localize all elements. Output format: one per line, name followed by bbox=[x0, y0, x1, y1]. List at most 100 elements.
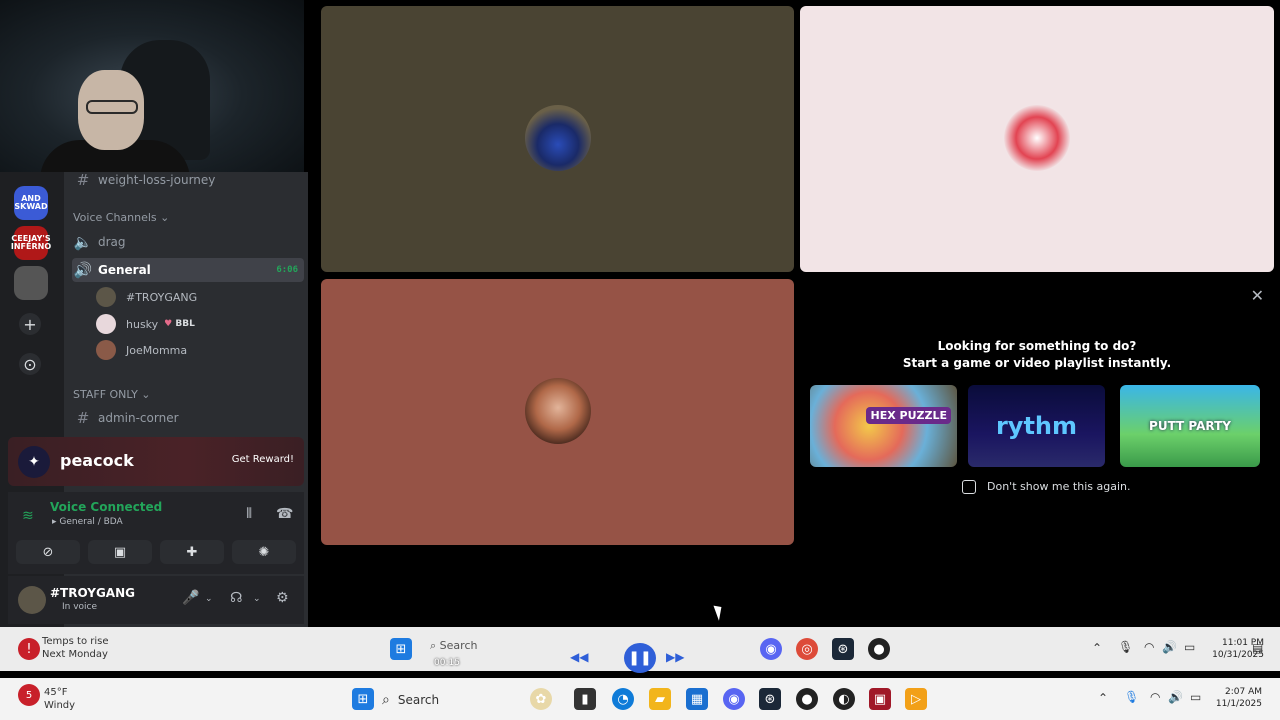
store-icon[interactable]: ▦ bbox=[686, 688, 708, 710]
category-staff-only[interactable]: STAFF ONLY ⌄ bbox=[73, 388, 151, 401]
channel-weight-loss-journey[interactable]: # weight-loss-journey bbox=[72, 168, 304, 192]
screen-share-icon: ▣ bbox=[113, 544, 127, 560]
voice-channel-general[interactable]: 🔊 General 6:06 bbox=[72, 258, 304, 282]
screen-share-button[interactable]: ▣ bbox=[88, 540, 152, 564]
weather-widget[interactable]: 45°F Windy bbox=[44, 686, 75, 712]
discover-icon[interactable]: ⊙ bbox=[19, 353, 41, 375]
discord-icon[interactable]: ◉ bbox=[760, 638, 782, 660]
clock[interactable]: 2:07 AM 11/1/2025 bbox=[1206, 686, 1262, 710]
camera-button[interactable]: ⊘ bbox=[16, 540, 80, 564]
activity-card-label: HEX PUZZLE bbox=[866, 407, 951, 424]
checkbox-label: Don't show me this again. bbox=[987, 480, 1131, 493]
battery-icon[interactable]: ▭ bbox=[1184, 640, 1195, 654]
taskbar-search[interactable]: ⌕ Search bbox=[382, 687, 512, 713]
weather-alert-icon: 5 bbox=[18, 684, 40, 706]
steam-icon[interactable]: ⊛ bbox=[832, 638, 854, 660]
get-reward-button[interactable]: Get Reward! bbox=[232, 454, 294, 465]
steam-icon[interactable]: ⊛ bbox=[759, 688, 781, 710]
volume-icon[interactable]: 🔊 bbox=[1162, 640, 1177, 654]
text-channel-icon: # bbox=[76, 171, 90, 189]
activity-suggestion-panel: ✕ Looking for something to do? Start a g… bbox=[800, 280, 1274, 545]
obs-icon[interactable]: ◐ bbox=[833, 688, 855, 710]
channel-label: weight-loss-journey bbox=[98, 173, 216, 187]
server-icon-ceejays-inferno[interactable]: CEEJAY'S INFERNO bbox=[10, 226, 52, 260]
windows-start-icon[interactable]: ⊞ bbox=[352, 688, 374, 710]
soundboard-button[interactable]: ✺ bbox=[232, 540, 296, 564]
wifi-icon[interactable]: ◠ bbox=[1144, 640, 1154, 654]
headphones-icon[interactable]: ☊ bbox=[230, 590, 242, 606]
video-tile-user-3[interactable] bbox=[321, 279, 794, 545]
promo-brand: peacock bbox=[60, 451, 134, 470]
forward-icon[interactable]: ▶▶ bbox=[666, 650, 684, 664]
terminal-icon[interactable]: ▮ bbox=[574, 688, 596, 710]
activity-card-hex-puzzle[interactable]: HEX PUZZLE bbox=[810, 385, 957, 467]
search-icon: ⌕ bbox=[382, 692, 390, 708]
chevron-down-icon[interactable]: ⌄ bbox=[253, 594, 261, 604]
category-label: STAFF ONLY bbox=[73, 388, 138, 401]
video-tile-user-2[interactable] bbox=[800, 6, 1274, 272]
voice-user[interactable]: husky ♥ BBL bbox=[96, 311, 195, 337]
user-name: #TROYGANG bbox=[50, 586, 135, 600]
dont-show-again-checkbox[interactable] bbox=[962, 480, 976, 494]
chevron-down-icon[interactable]: ⌄ bbox=[205, 594, 213, 604]
battery-icon[interactable]: ▭ bbox=[1190, 690, 1201, 704]
signal-icon[interactable]: ≋ bbox=[22, 508, 34, 524]
close-icon[interactable]: ✕ bbox=[1251, 286, 1264, 305]
wifi-icon[interactable]: ◠ bbox=[1150, 690, 1160, 704]
disconnect-icon[interactable]: ☎ bbox=[276, 506, 293, 522]
copilot-icon[interactable]: ✿ bbox=[530, 688, 552, 710]
avatar bbox=[96, 340, 116, 360]
voice-channel-drag[interactable]: 🔈 drag bbox=[72, 230, 304, 254]
weather-widget[interactable]: Temps to rise Next Monday bbox=[42, 635, 109, 661]
channel-admin-corner[interactable]: # admin-corner bbox=[72, 406, 304, 430]
notification-icon[interactable]: ▤ bbox=[1252, 641, 1263, 655]
app-icon[interactable]: ▣ bbox=[869, 688, 891, 710]
server-label: CEEJAY'S INFERNO bbox=[10, 234, 52, 251]
media-player-controls: 00:15 ◀◀ ❚❚ ▶▶ bbox=[420, 640, 684, 674]
edge-icon[interactable]: ◔ bbox=[612, 688, 634, 710]
clock-date: 11/1/2025 bbox=[1215, 699, 1262, 709]
rewind-icon[interactable]: ◀◀ bbox=[570, 650, 588, 664]
voice-panel: ≋ Voice Connected ▸ General / BDA ⦀ ☎ ⊘ … bbox=[8, 492, 304, 574]
pause-button[interactable]: ❚❚ bbox=[624, 643, 656, 673]
chevron-up-icon[interactable]: ⌃ bbox=[1098, 691, 1108, 705]
weather-alert-icon: ! bbox=[18, 638, 40, 660]
promo-banner[interactable]: ✦ peacock Get Reward! bbox=[8, 437, 304, 486]
noise-suppression-icon[interactable]: ⦀ bbox=[246, 506, 252, 522]
media-player-icon[interactable]: ▷ bbox=[905, 688, 927, 710]
player-time: 00:15 bbox=[434, 658, 460, 668]
activity-card-putt-party[interactable]: PUTT PARTY bbox=[1120, 385, 1260, 467]
microphone-icon[interactable]: 🎙 bbox=[1118, 640, 1133, 654]
user-status: In voice bbox=[62, 602, 98, 612]
mouse-cursor-icon bbox=[713, 603, 726, 621]
activities-button[interactable]: ✚ bbox=[160, 540, 224, 564]
weather-line: Next Monday bbox=[42, 649, 108, 660]
windows-start-icon[interactable]: ⊞ bbox=[390, 638, 412, 660]
add-server-icon[interactable]: + bbox=[19, 313, 41, 335]
server-icon-car[interactable] bbox=[14, 266, 48, 300]
file-explorer-icon[interactable]: ▰ bbox=[649, 688, 671, 710]
user-panel: #TROYGANG In voice 🎤 ⌄ ☊ ⌄ ⚙ bbox=[8, 576, 304, 624]
server-icon-and-skwad[interactable]: AND SKWAD bbox=[14, 186, 48, 220]
category-voice-channels[interactable]: Voice Channels ⌄ bbox=[73, 211, 169, 224]
settings-gear-icon[interactable]: ⚙ bbox=[276, 590, 289, 606]
user-avatar[interactable] bbox=[18, 586, 46, 614]
chrome-icon[interactable]: ◎ bbox=[796, 638, 818, 660]
quest-icon: ✦ bbox=[18, 446, 50, 478]
chevron-up-icon[interactable]: ⌃ bbox=[1092, 641, 1102, 655]
badge-label: BBL bbox=[175, 319, 195, 329]
voice-user[interactable]: #TROYGANG bbox=[96, 284, 197, 310]
voice-status[interactable]: Voice Connected bbox=[50, 500, 162, 514]
app-icon[interactable]: ● bbox=[868, 638, 890, 660]
volume-icon[interactable]: 🔊 bbox=[1168, 690, 1183, 704]
activity-card-label: rythm bbox=[995, 412, 1078, 440]
video-tile-user-1[interactable] bbox=[321, 6, 794, 272]
discord-icon[interactable]: ◉ bbox=[723, 688, 745, 710]
voice-user[interactable]: JoeMomma bbox=[96, 337, 187, 363]
app-icon[interactable]: ● bbox=[796, 688, 818, 710]
activity-card-rythm[interactable]: rythm bbox=[968, 385, 1105, 467]
microphone-icon[interactable]: 🎤 bbox=[182, 590, 199, 606]
text-channel-icon: # bbox=[76, 409, 90, 427]
avatar bbox=[96, 287, 116, 307]
microphone-icon[interactable]: 🎙 bbox=[1124, 690, 1139, 704]
